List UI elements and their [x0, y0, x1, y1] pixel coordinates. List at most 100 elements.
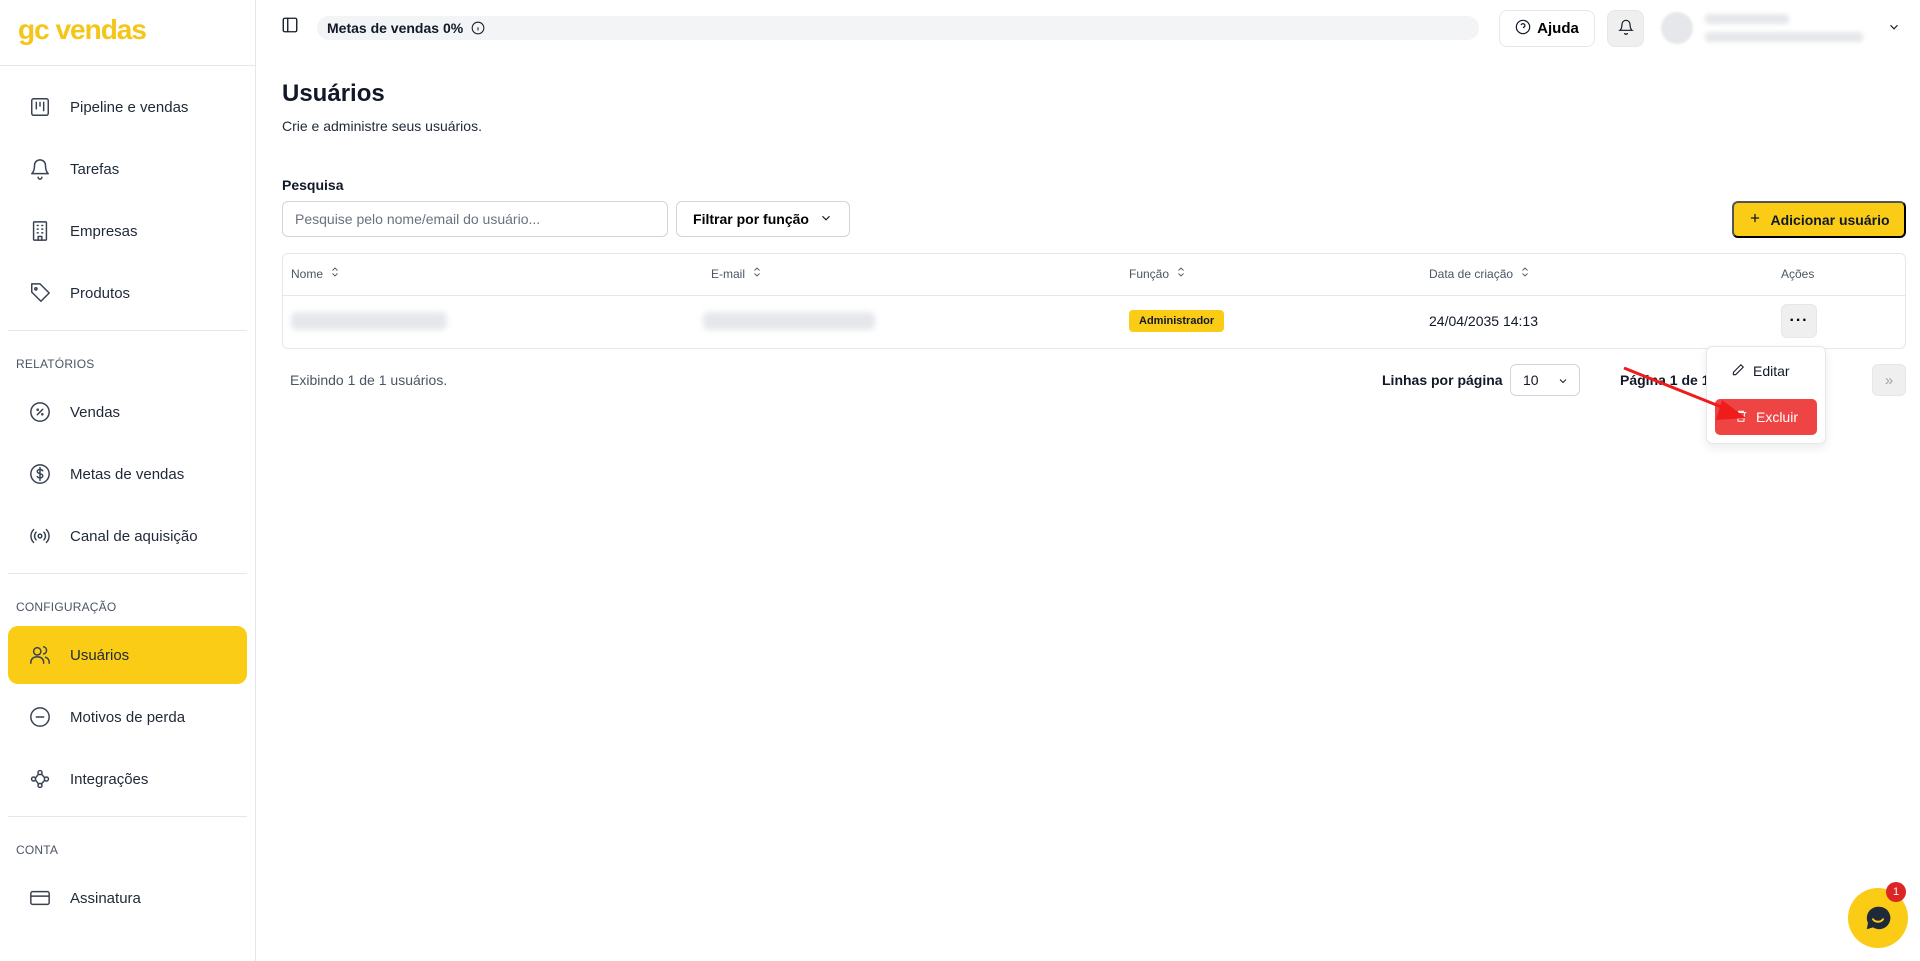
- column-header-label: Ações: [1781, 267, 1815, 281]
- sidebar-divider: [8, 330, 247, 331]
- main-nav: Pipeline e vendas Tarefas Empresas Produ…: [0, 66, 255, 322]
- search-input[interactable]: [282, 201, 668, 237]
- add-user-label: Adicionar usuário: [1770, 211, 1890, 228]
- sidebar-item-integracoes[interactable]: Integrações: [8, 750, 247, 808]
- sidebar-item-empresas[interactable]: Empresas: [8, 202, 247, 260]
- sidebar-item-label: Usuários: [70, 646, 130, 664]
- column-header-created[interactable]: Data de criação: [1429, 266, 1531, 281]
- delete-label: Excluir: [1755, 409, 1798, 425]
- help-button[interactable]: Ajuda: [1499, 10, 1595, 47]
- table-row: Administrador 24/04/2035 14:13 ···: [283, 296, 1905, 349]
- user-email-redacted: [1705, 32, 1863, 42]
- column-header-role[interactable]: Função: [1129, 266, 1187, 281]
- chevron-down-icon: [819, 211, 833, 228]
- add-user-button[interactable]: Adicionar usuário: [1732, 201, 1906, 238]
- sort-icon: [1175, 266, 1187, 281]
- column-header-label: Função: [1129, 266, 1170, 281]
- users-table: Nome E-mail Função Data de criação Ações: [282, 253, 1906, 349]
- delete-menu-item[interactable]: Excluir: [1715, 399, 1817, 435]
- sidebar-item-label: Pipeline e vendas: [70, 98, 189, 116]
- sidebar-item-label: Assinatura: [70, 889, 141, 907]
- minus-circle-icon: [28, 705, 52, 729]
- search-label: Pesquisa: [282, 177, 344, 193]
- rows-per-page-label: Linhas por página: [1382, 372, 1503, 388]
- help-circle-icon: [1515, 19, 1531, 39]
- chevron-down-icon: [1887, 20, 1901, 34]
- help-label: Ajuda: [1537, 20, 1579, 37]
- edit-menu-item[interactable]: Editar: [1715, 355, 1817, 387]
- sidebar-divider: [8, 573, 247, 574]
- sales-goal-progress: Metas de vendas 0%: [317, 16, 1479, 40]
- user-name-redacted: [291, 312, 447, 330]
- trash-icon: [1734, 409, 1748, 426]
- topbar: Metas de vendas 0% Ajuda: [257, 0, 1920, 56]
- sort-icon: [1519, 266, 1531, 281]
- rows-per-page-value: 10: [1523, 372, 1539, 388]
- results-count: Exibindo 1 de 1 usuários.: [290, 372, 448, 388]
- filter-label: Filtrar por função: [693, 211, 809, 227]
- reports-nav: Vendas Metas de vendas Canal de aquisiçã…: [0, 383, 255, 565]
- sidebar-item-label: Canal de aquisição: [70, 527, 198, 545]
- sales-goal-text: Metas de vendas 0%: [327, 20, 464, 36]
- edit-label: Editar: [1753, 363, 1790, 379]
- row-action-menu: Editar Excluir: [1706, 346, 1826, 444]
- page-title: Usuários: [282, 80, 385, 107]
- avatar: [1661, 12, 1693, 44]
- bell-icon: [28, 157, 52, 181]
- filter-by-role-button[interactable]: Filtrar por função: [676, 201, 850, 237]
- sidebar-item-label: Metas de vendas: [70, 465, 185, 483]
- column-header-label: Nome: [291, 266, 324, 281]
- tag-icon: [28, 281, 52, 305]
- sidebar-item-vendas[interactable]: Vendas: [8, 383, 247, 441]
- sidebar-item-assinatura[interactable]: Assinatura: [8, 869, 247, 927]
- sidebar-item-tarefas[interactable]: Tarefas: [8, 140, 247, 198]
- plus-icon: [1748, 211, 1762, 228]
- role-badge: Administrador: [1129, 310, 1225, 332]
- bell-icon: [1617, 19, 1634, 38]
- last-page-button[interactable]: »: [1872, 364, 1906, 396]
- dollar-icon: [28, 462, 52, 486]
- column-header-actions: Ações: [1781, 267, 1814, 281]
- broadcast-icon: [28, 524, 52, 548]
- sidebar-item-canal[interactable]: Canal de aquisição: [8, 507, 247, 565]
- sort-icon: [329, 266, 341, 281]
- sidebar-item-produtos[interactable]: Produtos: [8, 264, 247, 322]
- column-header-label: E-mail: [711, 266, 746, 281]
- app-root: gc vendas Pipeline e vendas Tarefas Empr…: [0, 0, 1920, 961]
- chat-unread-badge: 1: [1886, 882, 1906, 902]
- kanban-icon: [28, 95, 52, 119]
- rows-per-page-select[interactable]: 10: [1510, 364, 1580, 396]
- sidebar-item-label: Vendas: [70, 403, 121, 421]
- brand-logo[interactable]: gc vendas: [0, 0, 255, 66]
- page-info: Página 1 de 1: [1620, 372, 1710, 388]
- building-icon: [28, 219, 52, 243]
- account-nav: Assinatura: [0, 869, 255, 927]
- row-actions-button[interactable]: ···: [1781, 304, 1817, 338]
- sidebar-item-pipeline[interactable]: Pipeline e vendas: [8, 78, 247, 136]
- section-title-reports: RELATÓRIOS: [16, 357, 95, 371]
- sort-icon: [751, 266, 763, 281]
- sidebar-item-usuarios[interactable]: Usuários: [8, 626, 247, 684]
- user-menu[interactable]: [1661, 10, 1901, 50]
- percent-icon: [28, 400, 52, 424]
- pencil-icon: [1731, 363, 1745, 380]
- table-header: Nome E-mail Função Data de criação Ações: [283, 254, 1905, 296]
- sidebar-item-label: Motivos de perda: [70, 708, 186, 726]
- column-header-email[interactable]: E-mail: [711, 266, 763, 281]
- column-header-name[interactable]: Nome: [291, 266, 341, 281]
- sidebar-item-label: Empresas: [70, 222, 138, 240]
- credit-card-icon: [28, 886, 52, 910]
- section-title-config: CONFIGURAÇÃO: [16, 600, 117, 614]
- sidebar-item-label: Tarefas: [70, 160, 120, 178]
- sidebar-item-metas[interactable]: Metas de vendas: [8, 445, 247, 503]
- user-name-redacted: [1705, 14, 1789, 24]
- sidebar-item-label: Integrações: [70, 770, 149, 788]
- chevron-down-icon: [1559, 379, 1567, 384]
- workflow-icon: [28, 767, 52, 791]
- sidebar-divider: [8, 816, 247, 817]
- info-icon[interactable]: [471, 21, 485, 35]
- notifications-button[interactable]: [1607, 10, 1644, 47]
- config-nav: Usuários Motivos de perda Integrações: [0, 626, 255, 808]
- sidebar-toggle-icon[interactable]: [281, 16, 303, 38]
- sidebar-item-motivos[interactable]: Motivos de perda: [8, 688, 247, 746]
